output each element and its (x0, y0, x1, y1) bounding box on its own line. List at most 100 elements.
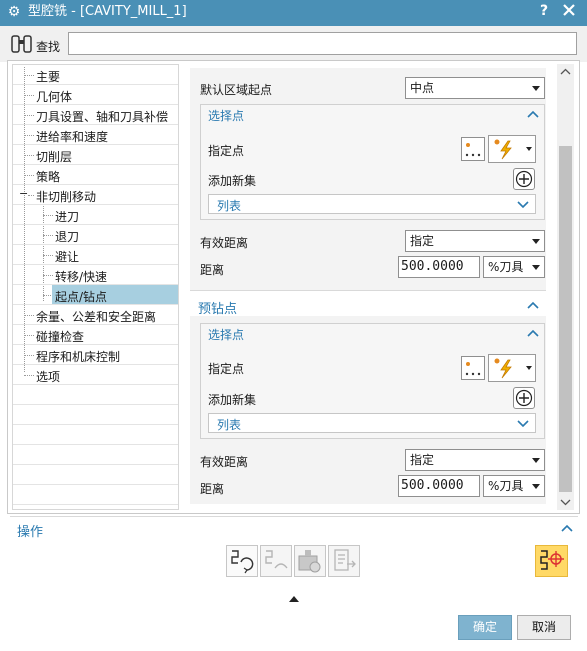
point-dots-icon (465, 143, 481, 157)
tree-item-label: 进刀 (55, 210, 80, 224)
list-output-button[interactable] (328, 545, 360, 577)
predrill-point-dialog-button[interactable] (461, 356, 485, 380)
replay-button[interactable] (260, 545, 292, 577)
operations-title[interactable]: 操作 (17, 521, 43, 540)
properties-panel: 默认区域起点 中点 选择点 指定点 添加新集 列表 有效距离 指定 距离 500… (190, 64, 546, 510)
predrill-distance-input[interactable]: 500.0000 (398, 475, 480, 497)
ok-button[interactable]: 确定 (458, 615, 512, 640)
tree-item-label: 碰撞检查 (36, 330, 85, 344)
help-button[interactable]: ? (540, 3, 548, 19)
effective-distance-label: 有效距离 (200, 236, 249, 250)
tree-item-transfer-rapid[interactable]: 转移/快速 (13, 265, 178, 285)
tree-item-retract[interactable]: 退刀 (13, 225, 178, 245)
add-set-button[interactable] (513, 168, 535, 190)
tree-item-engage[interactable]: 进刀 (13, 205, 178, 225)
tree-item-label: 起点/钻点 (55, 290, 108, 304)
predrill-point-snap-button[interactable] (488, 354, 536, 382)
point-snap-button[interactable] (488, 135, 536, 163)
expand-up-icon[interactable] (289, 596, 299, 602)
predrill-distance-unit-value: %刀具 (488, 479, 524, 493)
chevron-down-icon (526, 147, 532, 151)
panel-bottom-strip (190, 504, 546, 510)
point-list[interactable]: 列表 (208, 194, 536, 214)
search-input[interactable] (68, 32, 577, 55)
tree-item-label: 刀具设置、轴和刀具补偿 (36, 110, 169, 124)
chevron-down-icon (532, 265, 540, 270)
tree-item-label: 程序和机床控制 (36, 350, 121, 364)
verify-button[interactable] (294, 545, 326, 577)
default-start-select[interactable]: 中点 (405, 77, 545, 99)
tree-item-tool-settings[interactable]: 刀具设置、轴和刀具补偿 (13, 105, 178, 125)
predrill-specify-point-label: 指定点 (208, 362, 245, 376)
generate-icon (540, 550, 564, 570)
collapse-up-icon[interactable] (560, 523, 574, 533)
collapse-up-icon[interactable] (526, 109, 540, 119)
specify-point-label: 指定点 (208, 144, 245, 158)
collapse-up-icon[interactable] (526, 328, 540, 338)
tree-item-label: 主要 (36, 70, 61, 84)
tree-empty-row (13, 425, 178, 445)
collapse-icon[interactable]: − (19, 187, 28, 200)
distance-input[interactable]: 500.0000 (398, 256, 480, 278)
tree-item-label: 选项 (36, 370, 61, 384)
lightning-point-icon (494, 358, 512, 379)
chevron-down-icon (532, 239, 540, 244)
tree-item-cut-levels[interactable]: 切削层 (13, 145, 178, 165)
tree-item-collision-check[interactable]: 碰撞检查 (13, 325, 178, 345)
point-dialog-button[interactable] (461, 137, 485, 161)
distance-unit-select[interactable]: %刀具 (483, 256, 545, 278)
tree-item-avoidance[interactable]: 避让 (13, 245, 178, 265)
tree-empty-row (13, 465, 178, 485)
tree-item-label: 几何体 (36, 90, 73, 104)
effective-distance-select[interactable]: 指定 (405, 230, 545, 252)
tree-empty-row (13, 485, 178, 505)
predrill-header-strip (190, 290, 546, 316)
tree-item-label: 退刀 (55, 230, 80, 244)
tree-item-stock-tolerance[interactable]: 余量、公差和安全距离 (13, 305, 178, 325)
scroll-thumb[interactable] (559, 146, 572, 492)
chevron-down-icon (526, 366, 532, 370)
effective-distance-value: 指定 (410, 234, 435, 248)
predrill-point-list[interactable]: 列表 (208, 413, 536, 433)
scroll-down-icon[interactable] (560, 498, 571, 506)
plus-circle-icon (515, 170, 533, 188)
tree-item-geometry[interactable]: 几何体 (13, 85, 178, 105)
cancel-button[interactable]: 取消 (517, 615, 571, 640)
tree-item-label: 转移/快速 (55, 270, 108, 284)
predrill-add-set-button[interactable] (513, 387, 535, 409)
tree-empty-row (13, 405, 178, 425)
predrill-distance-label: 距离 (200, 482, 225, 496)
collapse-up-icon[interactable] (526, 300, 540, 310)
gear-icon: ⚙ (7, 4, 21, 20)
predrill-header[interactable]: 预钻点 (198, 298, 237, 317)
tree-item-program-machine[interactable]: 程序和机床控制 (13, 345, 178, 365)
tree-item-non-cutting-moves[interactable]: − 非切削移动 (13, 185, 178, 205)
tree-item-start-drill-points[interactable]: 起点/钻点 (13, 285, 178, 305)
settings-tree: 主要 几何体 刀具设置、轴和刀具补偿 进给率和速度 切削层 策略 − 非切削移动… (12, 64, 179, 510)
tree-item-strategy[interactable]: 策略 (13, 165, 178, 185)
regenerate-icon (231, 550, 254, 574)
window-title: 型腔铣 - [CAVITY_MILL_1] (28, 4, 187, 19)
tree-item-options[interactable]: 选项 (13, 365, 178, 385)
predrill-select-point-header[interactable]: 选择点 (208, 326, 244, 343)
tree-empty-row (13, 385, 178, 405)
tree-item-label: 切削层 (36, 150, 73, 164)
default-start-value: 中点 (410, 81, 435, 95)
generate-button[interactable] (535, 545, 568, 577)
region-start-header (190, 64, 546, 68)
add-set-label: 添加新集 (208, 174, 257, 188)
predrill-distance-unit-select[interactable]: %刀具 (483, 475, 545, 497)
select-point-header[interactable]: 选择点 (208, 107, 244, 124)
tree-item-feeds-speeds[interactable]: 进给率和速度 (13, 125, 178, 145)
replay-icon (265, 550, 288, 569)
predrill-effective-distance-value: 指定 (410, 453, 435, 467)
default-start-label: 默认区域起点 (200, 83, 273, 97)
close-button[interactable] (562, 2, 576, 21)
binoculars-icon[interactable] (10, 33, 34, 55)
regenerate-button[interactable] (226, 545, 258, 577)
lightning-point-icon (494, 139, 512, 160)
predrill-effective-distance-label: 有效距离 (200, 455, 249, 469)
tree-item-main[interactable]: 主要 (13, 65, 178, 85)
predrill-effective-distance-select[interactable]: 指定 (405, 449, 545, 471)
scroll-up-icon[interactable] (560, 68, 571, 76)
